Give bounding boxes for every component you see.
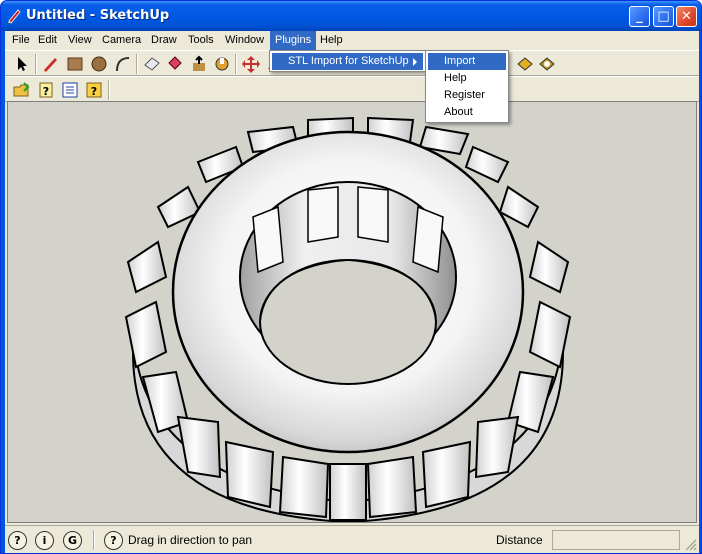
submenu-arrow-icon <box>413 58 417 66</box>
resize-grip-icon[interactable] <box>685 539 697 551</box>
status-message: Drag in direction to pan <box>128 533 253 547</box>
toolbar-separator <box>108 80 110 100</box>
pencil-icon[interactable] <box>41 55 61 73</box>
move-icon[interactable] <box>241 55 261 73</box>
question-icon[interactable]: ? <box>104 531 123 550</box>
open-folder-icon[interactable] <box>12 81 32 99</box>
distance-label: Distance <box>496 533 543 547</box>
submenu-item-register[interactable]: Register <box>428 87 506 104</box>
svg-text:?: ? <box>91 85 97 98</box>
plugins-menu: STL Import for SketchUp <box>269 50 426 72</box>
circle-icon[interactable] <box>89 55 109 73</box>
stl-submenu: Import Help Register About <box>425 50 509 123</box>
push-pull-icon[interactable] <box>189 55 209 73</box>
toolbar-separator <box>136 54 138 74</box>
minimize-button[interactable]: _ <box>629 6 650 27</box>
distance-input[interactable] <box>552 530 680 550</box>
help-icon[interactable]: ? <box>36 81 56 99</box>
close-icon: ✕ <box>681 9 692 24</box>
maximize-icon: □ <box>657 9 670 24</box>
minimize-icon: _ <box>636 9 643 24</box>
svg-text:?: ? <box>43 85 49 98</box>
menu-item-stl-import[interactable]: STL Import for SketchUp <box>272 53 423 70</box>
menu-edit[interactable]: Edit <box>33 31 62 50</box>
menu-draw[interactable]: Draw <box>146 31 182 50</box>
gear-model <box>124 116 572 522</box>
menu-camera[interactable]: Camera <box>97 31 146 50</box>
rectangle-icon[interactable] <box>65 55 85 73</box>
google-icon[interactable]: G <box>63 531 82 550</box>
share-model-icon[interactable] <box>537 55 557 73</box>
menu-bar: File Edit View Camera Draw Tools Window … <box>5 31 699 50</box>
maximize-button[interactable]: □ <box>653 6 674 27</box>
toolbar-separator <box>235 54 237 74</box>
question-icon[interactable]: ? <box>84 81 104 99</box>
list-icon[interactable] <box>60 81 80 99</box>
submenu-item-help[interactable]: Help <box>428 70 506 87</box>
secondary-toolbar: ? ? <box>5 76 699 102</box>
menu-item-label: STL Import for SketchUp <box>288 55 409 67</box>
toolbar-separator <box>35 54 37 74</box>
arc-icon[interactable] <box>113 55 133 73</box>
status-separator <box>93 530 95 550</box>
submenu-item-about[interactable]: About <box>428 104 506 121</box>
select-arrow-icon[interactable] <box>12 55 32 73</box>
menu-view[interactable]: View <box>63 31 97 50</box>
sketchup-app-icon <box>8 9 21 24</box>
get-models-icon[interactable] <box>515 55 535 73</box>
status-bar: ? i G ? Drag in direction to pan Distanc… <box>5 525 699 553</box>
geo-location-icon[interactable]: ? <box>8 531 27 550</box>
menu-help[interactable]: Help <box>315 31 348 50</box>
client-area: File Edit View Camera Draw Tools Window … <box>5 31 699 553</box>
eraser-icon[interactable] <box>142 55 162 73</box>
menu-tools[interactable]: Tools <box>183 31 219 50</box>
submenu-item-import[interactable]: Import <box>428 53 506 70</box>
close-button[interactable]: ✕ <box>676 6 697 27</box>
menu-file[interactable]: File <box>7 31 35 50</box>
menu-window[interactable]: Window <box>220 31 269 50</box>
menu-plugins[interactable]: Plugins <box>270 31 317 50</box>
title-bar[interactable]: Untitled - SketchUp _ □ ✕ <box>1 1 701 31</box>
sketchup-window: Untitled - SketchUp _ □ ✕ File Edit View… <box>0 0 702 554</box>
window-title: Untitled - SketchUp <box>26 8 170 23</box>
credits-icon[interactable]: i <box>35 531 54 550</box>
paint-bucket-icon[interactable] <box>165 55 185 73</box>
follow-me-icon[interactable] <box>212 55 232 73</box>
3d-viewport[interactable] <box>7 101 697 523</box>
